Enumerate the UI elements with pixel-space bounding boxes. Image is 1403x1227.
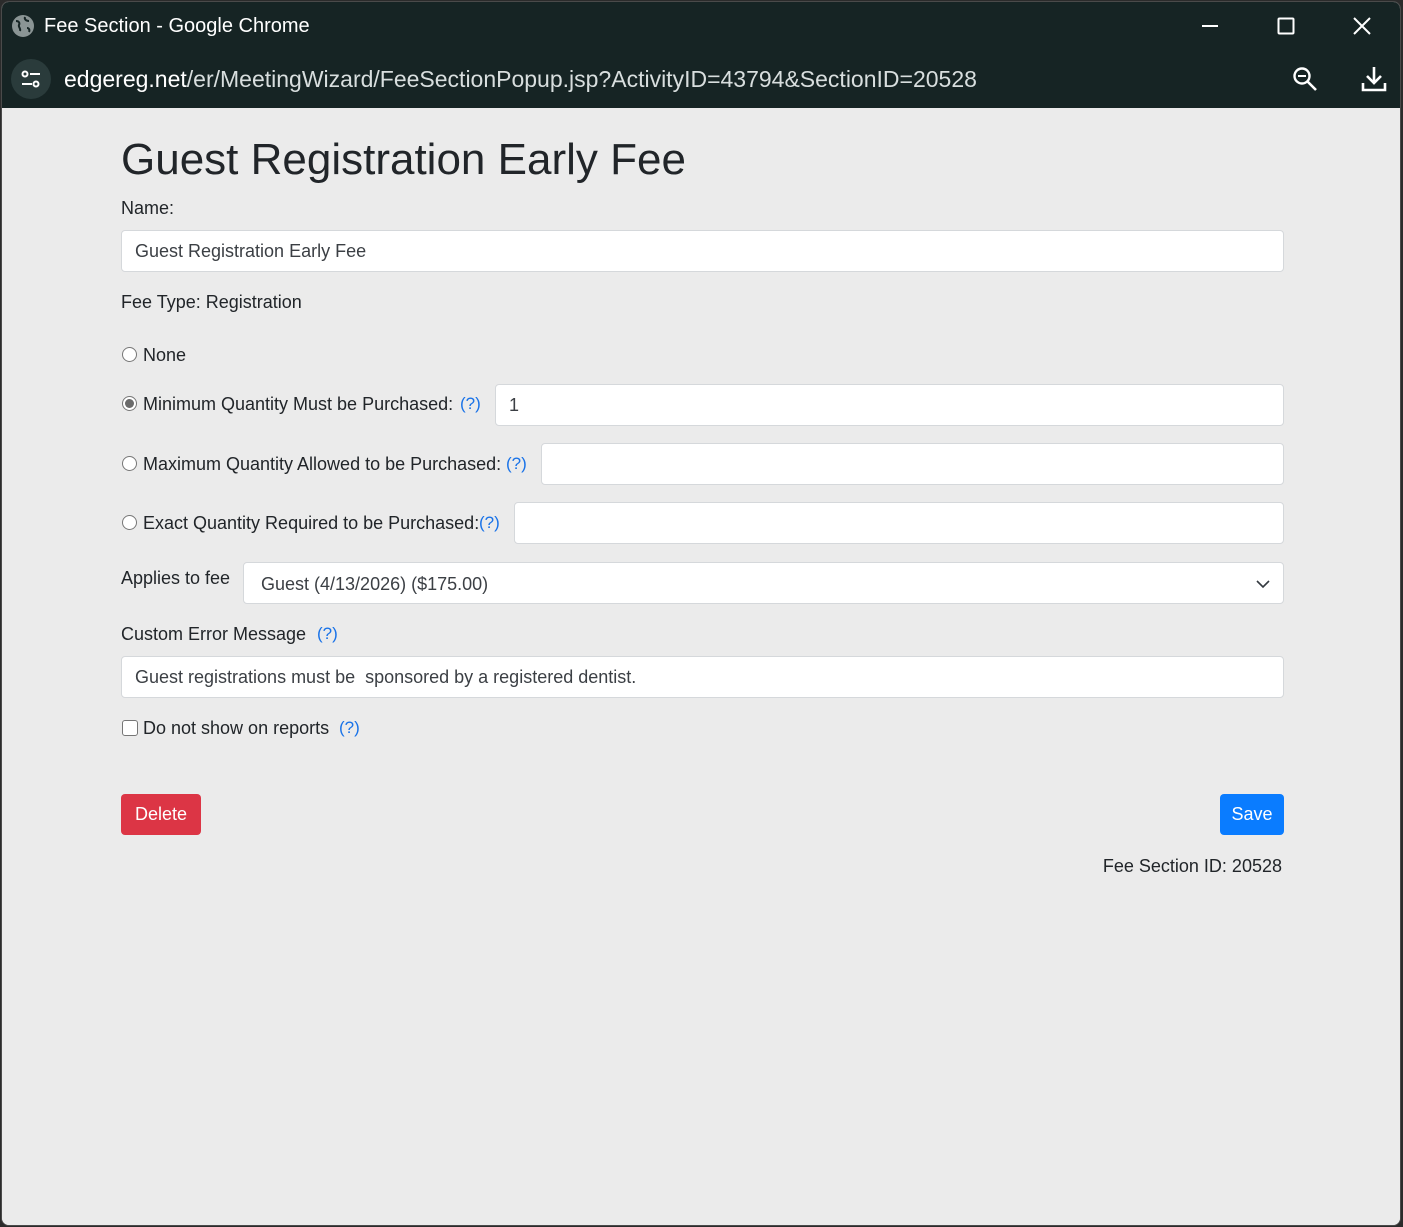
exact-quantity-help-link[interactable]: (?) [479,512,500,534]
page-title: Guest Registration Early Fee [121,135,686,184]
close-icon [1353,17,1371,35]
applies-to-fee-select[interactable]: Guest (4/13/2026) ($175.00) [243,562,1284,604]
page-content: Guest Registration Early Fee Name: Fee T… [2,108,1400,1225]
download-icon [1361,67,1387,92]
download-button[interactable] [1357,62,1391,96]
exact-quantity-label: Exact Quantity Required to be Purchased: [143,513,480,533]
none-radio[interactable] [122,347,137,362]
close-button[interactable] [1324,2,1400,50]
minimize-icon [1202,25,1218,27]
globe-icon [11,14,35,38]
applies-to-fee-label: Applies to fee [121,568,231,588]
fee-section-id: Fee Section ID: 20528 [1102,856,1282,876]
minimum-quantity-label: Minimum Quantity Must be Purchased: [143,394,454,414]
address-bar: edgereg.net/er/MeetingWizard/FeeSectionP… [2,50,1400,108]
custom-error-message-input[interactable] [121,656,1284,698]
browser-popup-window: Fee Section - Google Chrome edgereg.net/… [1,1,1401,1226]
zoom-icon [1293,67,1317,91]
maximum-quantity-label: Maximum Quantity Allowed to be Purchased… [143,454,502,474]
custom-error-help-link[interactable]: (?) [317,623,338,645]
save-button[interactable]: Save [1220,794,1284,835]
window-title: Fee Section - Google Chrome [44,15,310,37]
fee-type-text: Fee Type: Registration [121,292,302,312]
none-label: None [143,345,187,365]
maximum-quantity-help-link[interactable]: (?) [506,453,527,475]
name-label: Name: [121,198,175,218]
url-path: /er/MeetingWizard/FeeSectionPopup.jsp?Ac… [186,66,977,92]
title-bar: Fee Section - Google Chrome [2,2,1400,50]
maximize-icon [1277,17,1295,35]
custom-error-message-label: Custom Error Message [121,624,307,644]
minimum-quantity-input[interactable] [495,384,1284,426]
exact-quantity-input[interactable] [514,502,1284,544]
zoom-button[interactable] [1288,62,1322,96]
minimize-button[interactable] [1172,2,1248,50]
exact-quantity-radio[interactable] [122,515,137,530]
delete-button[interactable]: Delete [121,794,201,835]
reports-help-link[interactable]: (?) [339,717,360,739]
chevron-down-icon [1256,580,1270,589]
do-not-show-on-reports-checkbox[interactable] [122,720,138,736]
maximum-quantity-radio[interactable] [122,456,137,471]
maximize-button[interactable] [1248,2,1324,50]
name-input[interactable] [121,230,1284,272]
maximum-quantity-input[interactable] [541,443,1284,485]
url-domain: edgereg.net [64,66,187,92]
minimum-quantity-radio[interactable] [122,396,137,411]
site-settings-icon [21,70,40,88]
site-info-button[interactable] [11,59,51,99]
do-not-show-on-reports-label: Do not show on reports [143,718,330,738]
url-text[interactable]: edgereg.net/er/MeetingWizard/FeeSectionP… [64,66,977,92]
applies-to-fee-value: Guest (4/13/2026) ($175.00) [261,574,489,594]
minimum-quantity-help-link[interactable]: (?) [460,393,481,415]
